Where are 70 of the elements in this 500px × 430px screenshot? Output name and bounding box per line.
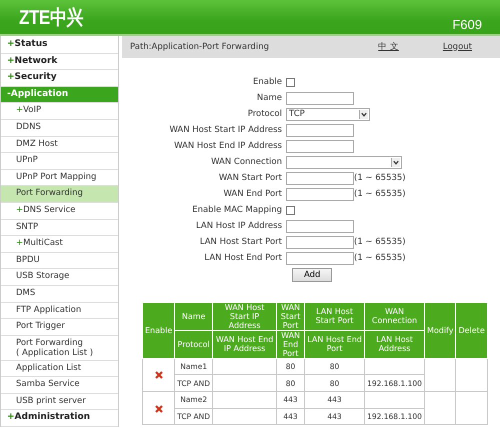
logo: ZTE中兴 <box>19 6 83 31</box>
dropdown-icon[interactable] <box>391 158 400 167</box>
sidebar-item[interactable]: SNTP <box>1 220 118 236</box>
model-name: F609 <box>452 17 482 32</box>
column-header: WAN Host End IP Address <box>212 330 277 358</box>
column-header: Modify <box>424 302 456 358</box>
column-header: Enable <box>142 302 175 358</box>
sidebar-item[interactable]: FTP Application <box>1 302 118 320</box>
field-label: Name <box>256 92 282 105</box>
sidebar-item[interactable]: DMZ Host <box>1 136 118 154</box>
field-label: LAN Host IP Address <box>194 220 282 232</box>
field-label: Enable MAC Mapping <box>191 204 282 216</box>
sidebar-section[interactable]: +Network <box>1 54 118 70</box>
column-header: Protocol <box>174 330 213 358</box>
column-header: LAN Host Address <box>364 330 424 358</box>
field-label: Protocol <box>246 108 282 121</box>
input-field[interactable] <box>286 188 354 201</box>
language-link[interactable]: 中 文 <box>378 40 399 54</box>
sidebar-item[interactable]: DMS <box>1 286 118 302</box>
sidebar-item[interactable]: DDNS <box>1 120 118 137</box>
field-label: Enable <box>252 76 282 89</box>
breadcrumb: Path:Application-Port Forwarding <box>130 40 269 54</box>
sidebar-item[interactable]: BPDU <box>1 252 118 270</box>
sidebar-section[interactable]: +Security <box>1 70 118 87</box>
column-header: WAN End Port <box>276 330 305 358</box>
range-hint: (1 ~ 65535) <box>354 252 406 264</box>
field-label: WAN Host Start IP Address <box>168 124 282 137</box>
range-hint: (1 ~ 65535) <box>354 236 406 248</box>
sidebar-item[interactable]: +DNS Service <box>1 202 118 220</box>
sidebar-item[interactable]: Samba Service <box>1 377 118 394</box>
checkbox[interactable] <box>286 78 295 87</box>
sidebar-item[interactable]: Application List <box>1 360 118 378</box>
column-header: LAN Host End Port <box>304 330 365 358</box>
sidebar-section[interactable]: +Administration <box>1 410 118 428</box>
input-field[interactable] <box>286 140 354 153</box>
range-hint: (1 ~ 65535) <box>354 188 406 201</box>
input-field[interactable] <box>286 92 354 105</box>
dropdown[interactable]: TCP <box>286 108 370 121</box>
add-button[interactable]: Add <box>292 268 332 282</box>
input-field[interactable] <box>286 220 354 232</box>
sidebar-item[interactable]: Port Trigger <box>1 319 118 336</box>
sidebar-item[interactable]: Port Forwarding ( Application List ) <box>1 336 118 361</box>
column-header: LAN Host Start Port <box>304 302 365 330</box>
dropdown-icon[interactable] <box>359 110 368 119</box>
field-label: WAN Start Port <box>218 172 282 185</box>
column-header: Delete <box>456 302 488 358</box>
sidebar-item[interactable]: Port Forwarding <box>1 186 118 203</box>
column-header: WAN Start Port <box>276 302 305 330</box>
sidebar-section[interactable]: +Status <box>1 37 118 54</box>
sidebar-item[interactable]: +MultiCast <box>1 236 118 253</box>
logout-link[interactable]: Logout <box>442 40 472 54</box>
column-header: Name <box>174 302 213 330</box>
column-header: WAN Connection <box>364 302 424 330</box>
sidebar-item[interactable]: USB print server <box>1 394 118 410</box>
checkbox[interactable] <box>286 206 295 215</box>
input-field[interactable] <box>286 124 354 137</box>
sidebar-item[interactable]: UPnP <box>1 153 118 170</box>
field-label: LAN Host Start Port <box>198 236 282 248</box>
range-hint: (1 ~ 65535) <box>354 172 406 185</box>
input-field[interactable] <box>286 172 354 185</box>
field-label: LAN Host End Port <box>203 252 282 264</box>
field-label: WAN Host End IP Address <box>173 140 282 153</box>
column-header: WAN Host Start IP Address <box>212 302 277 330</box>
sidebar-item[interactable]: USB Storage <box>1 269 118 286</box>
field-label: WAN Connection <box>210 156 282 169</box>
input-field[interactable] <box>286 236 354 248</box>
field-label: WAN End Port <box>222 188 282 201</box>
sidebar-item[interactable]: +VoIP <box>1 103 118 120</box>
input-field[interactable] <box>286 252 354 264</box>
sidebar-item[interactable]: UPnP Port Mapping <box>1 170 118 186</box>
